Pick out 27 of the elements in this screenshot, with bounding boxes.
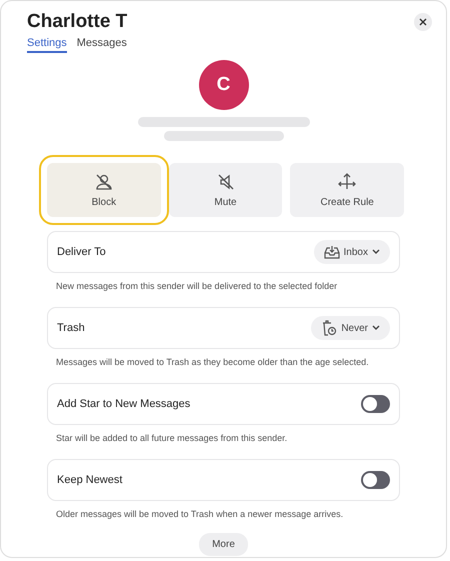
person-slash-icon [94,172,113,190]
tray-icon [324,245,340,259]
close-button[interactable] [414,13,432,31]
speaker-slash-icon [216,172,234,190]
dropdown-button[interactable]: Inbox [314,240,390,264]
setting-description: New messages from this sender will be delivered to the selected folder [55,280,338,293]
setting-description: Older messages will be moved to Trash when a newer message arrives. [55,508,344,521]
tab[interactable]: Settings [27,37,67,53]
chevron-down-icon [372,325,380,331]
setting-label: Deliver To [57,246,106,258]
dropdown-button[interactable]: Never [311,316,390,340]
toggle-switch[interactable] [361,395,390,413]
trash-clock-icon [321,320,338,336]
setting-label: Keep Newest [57,474,122,486]
setting-label: Add Star to New Messages [57,398,190,410]
setting-label: Trash [57,322,85,334]
close-icon [419,18,427,26]
toggle-switch[interactable] [361,471,390,489]
tab[interactable]: Messages [76,37,127,53]
arrows-icon [338,172,356,190]
avatar: C [198,60,248,110]
setting-description: Messages will be moved to Trash as they become older than the age selected. [55,356,370,369]
action-button[interactable]: Block [39,155,169,225]
chevron-down-icon [372,249,380,255]
contact-name: Charlotte T [27,11,128,33]
more-button[interactable]: More [199,533,248,556]
setting-description: Star will be added to all future messages from this sender. [55,432,288,445]
